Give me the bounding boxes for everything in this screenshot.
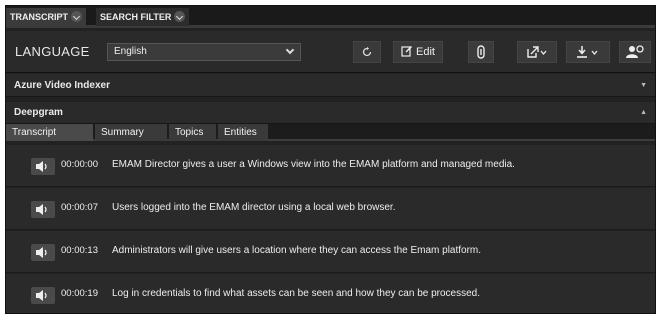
audio-toggle-button[interactable] (468, 41, 494, 63)
transcript-entry[interactable]: 00:00:07 Users logged into the EMAM dire… (6, 188, 655, 230)
edit-icon (401, 45, 413, 57)
provider-row-azure[interactable]: Azure Video Indexer ▼ (6, 74, 655, 97)
play-segment-button[interactable] (31, 201, 55, 218)
tab-transcript-label: TRANSCRIPT (10, 12, 68, 22)
play-segment-button[interactable] (31, 244, 55, 261)
transcript-entry[interactable]: 00:00:00 EMAM Director gives a user a Wi… (6, 145, 655, 187)
chevron-down-icon (285, 45, 295, 55)
play-segment-button[interactable] (31, 287, 55, 304)
caret-down-icon: ▼ (640, 82, 647, 89)
edit-label: Edit (416, 46, 435, 58)
transcript-entry[interactable]: 00:00:13 Administrators will give users … (6, 231, 655, 273)
refresh-button[interactable] (353, 41, 381, 63)
refresh-icon (362, 46, 372, 57)
tab-transcript-sub[interactable]: Transcript (6, 124, 93, 141)
subtab-label: Entities (224, 127, 257, 138)
provider-name: Deepgram (14, 107, 63, 118)
chevron-down-icon[interactable] (174, 11, 186, 23)
subtab-label: Summary (101, 127, 144, 138)
language-label: LANGUAGE (15, 44, 90, 59)
segment-timestamp: 00:00:19 (61, 288, 98, 299)
transcript-panel: TRANSCRIPT SEARCH FILTER LANGUAGE Englis… (5, 5, 656, 314)
download-icon (577, 46, 598, 58)
transcript-list: 00:00:00 EMAM Director gives a user a Wi… (6, 145, 655, 313)
speakers-button[interactable] (619, 41, 651, 63)
tab-summary[interactable]: Summary (95, 124, 167, 141)
download-button[interactable] (566, 41, 610, 63)
subtab-label: Topics (175, 127, 204, 138)
tab-topics[interactable]: Topics (169, 124, 216, 141)
segment-timestamp: 00:00:13 (61, 245, 98, 256)
tab-entities[interactable]: Entities (218, 124, 268, 141)
export-button[interactable] (517, 41, 557, 63)
tab-search-filter[interactable]: SEARCH FILTER (96, 8, 190, 26)
language-select-value: English (114, 46, 147, 57)
tab-transcript[interactable]: TRANSCRIPT (6, 8, 86, 26)
tab-search-filter-label: SEARCH FILTER (100, 12, 172, 22)
language-select[interactable]: English (107, 43, 301, 61)
edit-button[interactable]: Edit (393, 41, 443, 63)
transcript-entry[interactable]: 00:00:19 Log in credentials to find what… (6, 274, 655, 313)
segment-text: EMAM Director gives a user a Windows vie… (112, 159, 515, 170)
subtab-label: Transcript (12, 127, 57, 138)
speaker-icon (36, 290, 47, 301)
deepgram-tab-bar: Transcript Summary Topics Entities (6, 124, 655, 141)
provider-name: Azure Video Indexer (14, 80, 110, 91)
segment-text: Log in credentials to find what assets c… (112, 288, 481, 299)
segment-text: Administrators will give users a locatio… (112, 245, 482, 256)
segment-text: Users logged into the EMAM director usin… (112, 202, 396, 213)
speaker-icon (36, 204, 47, 215)
speaker-icon (36, 161, 47, 172)
segment-timestamp: 00:00:07 (61, 202, 98, 213)
external-link-icon (527, 46, 547, 58)
caret-up-icon: ▲ (640, 109, 647, 116)
chevron-down-icon[interactable] (71, 11, 82, 23)
provider-row-deepgram[interactable]: Deepgram ▲ (6, 102, 655, 124)
speaker-users-icon (626, 45, 644, 58)
language-toolbar: LANGUAGE English Edit (6, 31, 655, 73)
play-segment-button[interactable] (31, 158, 55, 175)
top-tab-bar: TRANSCRIPT SEARCH FILTER (6, 6, 655, 28)
audio-waveform-icon (477, 45, 485, 59)
segment-timestamp: 00:00:00 (61, 159, 98, 170)
speaker-icon (36, 247, 47, 258)
